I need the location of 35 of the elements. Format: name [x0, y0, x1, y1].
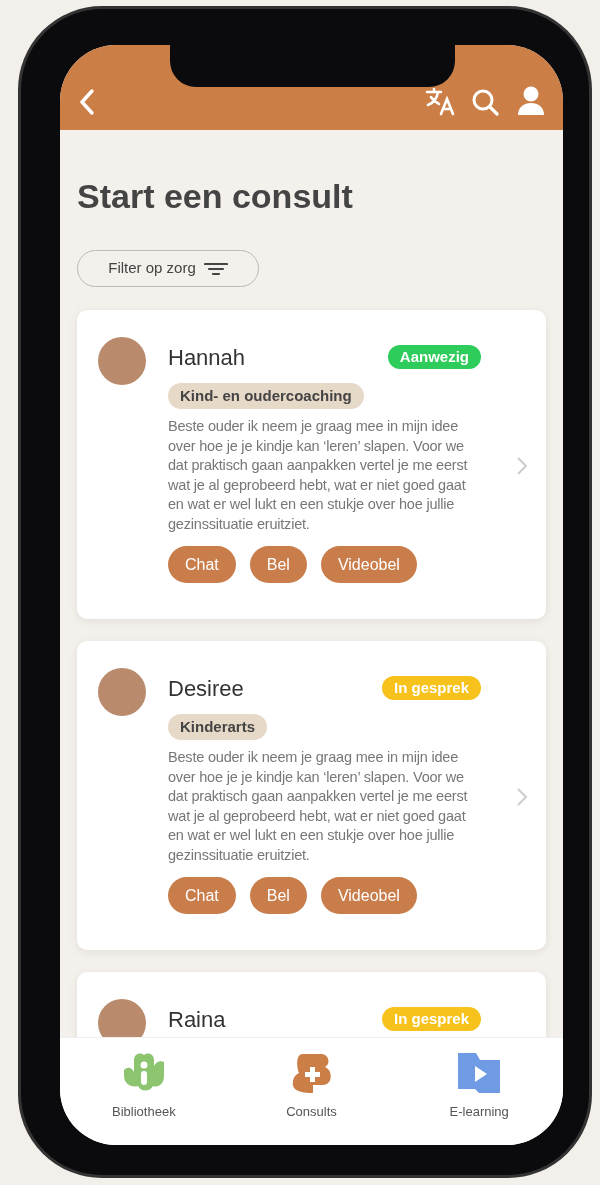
action-button[interactable]: Videobel [320, 877, 417, 914]
avatar-placeholder [98, 337, 146, 385]
specialty-tag: Kinderarts [168, 714, 268, 740]
status-badge: In gesprek [381, 1007, 481, 1031]
nav-tab[interactable]: Consults [227, 1052, 396, 1122]
nav-tab[interactable]: Bibliotheek [60, 1052, 228, 1122]
action-button[interactable]: Bel [249, 546, 307, 583]
consultant-name: Desiree [168, 674, 244, 703]
consultant-name: Raina [168, 1005, 226, 1034]
consultant-description: Beste ouder ik neem je graag mee in mijn idee over hoe je je kindje kan ‘leren’ slapen. Voor we dat praktisch gaan aanpakken vertel je me eerst wat je al geprobeerd hebt, wat er niet goed gaat en wat er wel lukt en een stukje over hoe jullie gezinssituatie eruitziet. [168, 748, 469, 865]
play-icon [457, 1052, 502, 1094]
page-title: Start een consult [77, 176, 354, 216]
chevron-right-icon[interactable] [516, 456, 528, 476]
avatar-placeholder [98, 668, 146, 716]
user-icon[interactable] [517, 86, 545, 116]
action-button[interactable]: Chat [168, 546, 236, 583]
action-button[interactable]: Chat [168, 877, 236, 914]
consultant-name: Hannah [168, 343, 246, 372]
back-icon[interactable] [78, 88, 96, 116]
chevron-right-icon[interactable] [516, 787, 528, 807]
action-button[interactable]: Bel [249, 877, 307, 914]
avatar-placeholder [98, 999, 146, 1037]
consultant-card[interactable]: Raina In gesprek [77, 972, 546, 1037]
nav-tab[interactable]: E-learning [395, 1052, 563, 1122]
medical-cross-icon [290, 1052, 333, 1094]
consultant-card[interactable] [77, 310, 546, 619]
filter-icon [203, 261, 228, 276]
action-button[interactable]: Videobel [320, 546, 417, 583]
search-icon[interactable] [471, 88, 499, 116]
specialty-tag: Kind- en oudercoaching [168, 383, 364, 409]
status-badge: Aanwezig [387, 345, 481, 369]
consultant-description: Beste ouder ik neem je graag mee in mijn idee over hoe je je kindje kan ‘leren’ slapen. Voor we dat praktisch gaan aanpakken vertel je me eerst wat je al geprobeerd hebt, wat er niet goed gaat en wat er wel lukt en een stukje over hoe jullie gezinssituatie eruitziet. [168, 417, 469, 534]
translate-icon[interactable] [425, 86, 455, 116]
status-badge: In gesprek [381, 676, 481, 700]
consultant-card[interactable] [77, 641, 546, 950]
